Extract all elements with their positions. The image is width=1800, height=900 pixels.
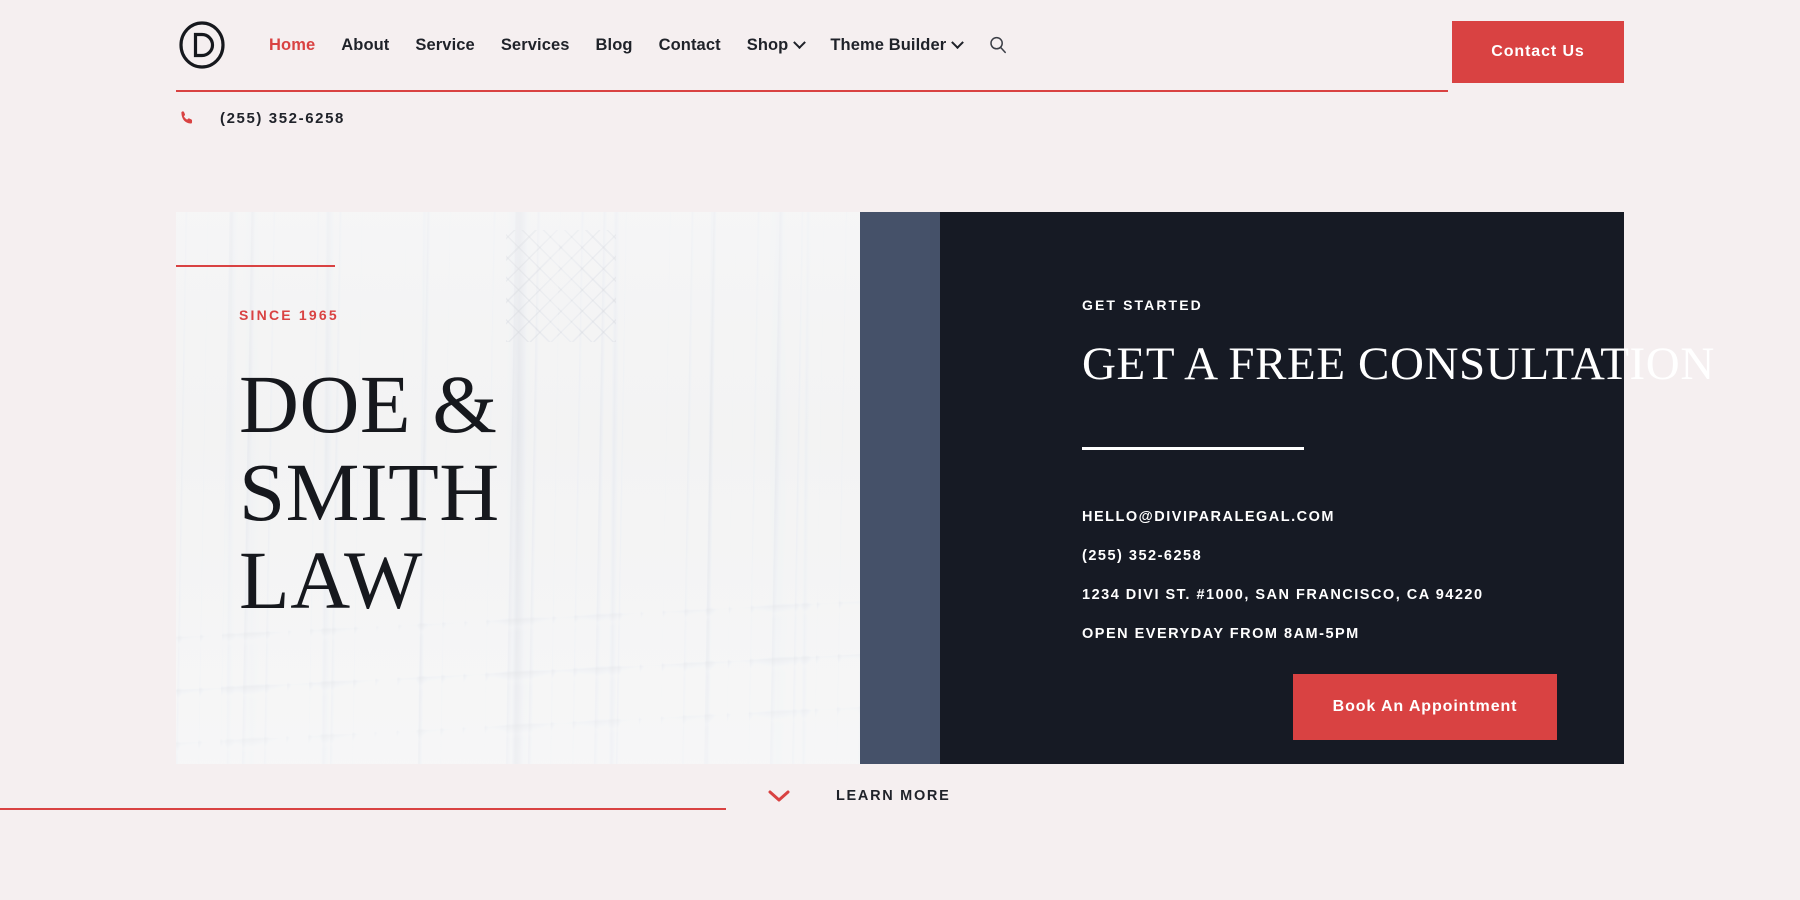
hero-accent-rule	[176, 265, 335, 267]
nav-item-blog[interactable]: Blog	[583, 37, 646, 54]
search-icon	[990, 36, 1007, 54]
nav-label: Theme Builder	[830, 35, 947, 54]
header-inner: Home About Service Services Blog Contact…	[176, 0, 1448, 92]
nav-label: Services	[500, 35, 570, 54]
contact-phone[interactable]: (255) 352-6258	[1082, 548, 1484, 564]
learn-more-label: LEARN MORE	[836, 788, 951, 804]
nav-label: About	[341, 35, 390, 54]
nav-item-about[interactable]: About	[328, 37, 402, 54]
contact-us-button[interactable]: Contact Us	[1452, 21, 1624, 83]
page-title: DOE & SMITH LAW	[239, 358, 779, 626]
hero-blue-divider	[860, 212, 940, 764]
panel-divider-rule	[1082, 447, 1304, 450]
nav-item-theme-builder[interactable]: Theme Builder	[817, 35, 975, 54]
site-header: Home About Service Services Blog Contact…	[0, 0, 1800, 92]
chevron-down-icon	[951, 35, 965, 49]
phone-icon	[176, 109, 198, 127]
nav-item-home[interactable]: Home	[256, 37, 328, 54]
phone-bar: (255) 352-6258	[176, 100, 345, 136]
contact-hours: OPEN EVERYDAY FROM 8AM-5PM	[1082, 626, 1360, 642]
chevron-down-icon	[766, 788, 792, 804]
nav-label: Blog	[595, 35, 633, 54]
nav-item-contact[interactable]: Contact	[646, 37, 734, 54]
divi-logo[interactable]	[176, 19, 228, 71]
main-navigation: Home About Service Services Blog Contact…	[256, 35, 1008, 55]
hero-image-panel: SINCE 1965 DOE & SMITH LAW	[176, 212, 860, 764]
hero-section: SINCE 1965 DOE & SMITH LAW GET STARTED G…	[176, 212, 1714, 764]
contact-address: 1234 DIVI ST. #1000, SAN FRANCISCO, CA 9…	[1082, 587, 1484, 603]
hero-title-line-2: LAW	[239, 533, 423, 626]
contact-details-list: HELLO@DIVIPARALEGAL.COM (255) 352-6258 1…	[1082, 509, 1484, 642]
phone-number[interactable]: (255) 352-6258	[220, 110, 345, 127]
nav-label: Shop	[746, 35, 789, 54]
hero-text-block: SINCE 1965 DOE & SMITH LAW	[239, 307, 779, 625]
nav-item-services[interactable]: Services	[488, 37, 583, 54]
footer-accent-rule	[0, 808, 726, 810]
nav-label: Home	[269, 35, 316, 54]
nav-item-service[interactable]: Service	[402, 37, 487, 54]
chevron-down-icon	[793, 35, 807, 49]
nav-label: Service	[415, 35, 475, 54]
panel-title: GET A FREE CONSULTATION	[1082, 338, 1715, 390]
panel-eyebrow: GET STARTED	[1082, 297, 1203, 313]
book-appointment-button[interactable]: Book An Appointment	[1293, 674, 1557, 740]
hero-title-line-1: DOE & SMITH	[239, 358, 500, 538]
search-button[interactable]	[988, 35, 1008, 55]
learn-more-link[interactable]: LEARN MORE	[766, 788, 950, 804]
nav-item-shop[interactable]: Shop	[734, 35, 818, 54]
hero-eyebrow: SINCE 1965	[239, 307, 339, 323]
contact-email[interactable]: HELLO@DIVIPARALEGAL.COM	[1082, 509, 1484, 525]
nav-label: Contact	[658, 35, 721, 54]
